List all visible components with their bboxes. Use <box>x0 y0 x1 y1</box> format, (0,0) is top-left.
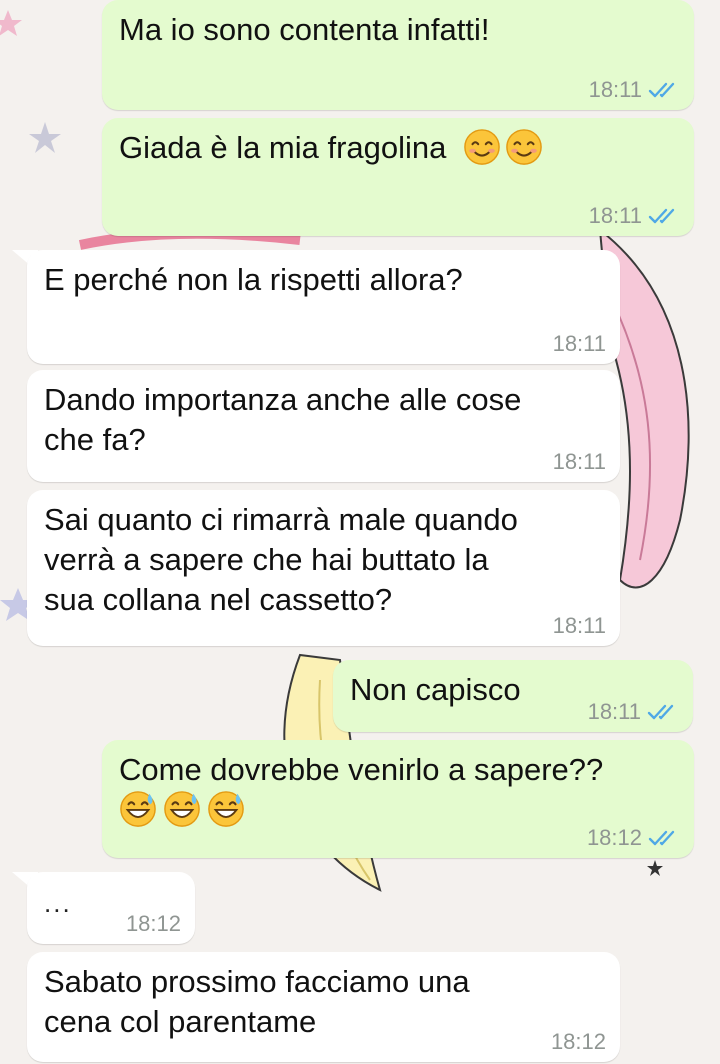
double-check-read-icon <box>647 704 674 720</box>
smiling-face-icon <box>506 129 542 165</box>
message-text: Dando importanza anche alle cose che fa? <box>44 382 522 457</box>
message-time: 18:12 <box>125 911 181 936</box>
message-bubble-incoming[interactable]: E perché non la rispetti allora? 18:11 <box>27 250 620 364</box>
message-meta: 18:11 <box>589 76 680 104</box>
message-time: 18:11 <box>552 613 606 638</box>
message-text: Non capisco <box>350 672 521 707</box>
message-text: E perché non la rispetti allora? <box>44 262 463 297</box>
message-time: 18:11 <box>588 203 642 228</box>
message-emoji-group <box>119 790 678 828</box>
message-meta: 18:11 <box>553 448 606 476</box>
grinning-sweat-icon <box>208 791 244 827</box>
message-meta: 18:11 <box>553 330 606 358</box>
message-meta: 18:12 <box>551 1028 606 1056</box>
message-bubble-incoming[interactable]: ... 18:12 <box>27 872 195 944</box>
message-time: 18:11 <box>552 331 606 356</box>
message-meta: 18:11 <box>553 612 606 640</box>
message-text: ... <box>44 888 72 918</box>
message-bubble-incoming[interactable]: Dando importanza anche alle cose che fa?… <box>27 370 620 482</box>
message-time: 18:12 <box>550 1029 606 1054</box>
message-bubble-outgoing[interactable]: Giada è la mia fragolina 18:11 <box>102 118 694 236</box>
message-time: 18:12 <box>586 825 642 850</box>
message-time: 18:11 <box>552 449 606 474</box>
message-time: 18:11 <box>587 699 641 724</box>
message-meta: 18:11 <box>588 698 679 726</box>
double-check-read-icon <box>648 830 675 846</box>
message-bubble-incoming[interactable]: Sabato prossimo facciamo una cena col pa… <box>27 952 620 1062</box>
message-bubble-incoming[interactable]: Sai quanto ci rimarrà male quando verrà … <box>27 490 620 646</box>
message-bubble-outgoing[interactable]: Non capisco 18:11 <box>333 660 693 732</box>
message-bubble-outgoing[interactable]: Come dovrebbe venirlo a sapere?? 18:12 <box>102 740 694 858</box>
message-emoji-group <box>463 128 543 166</box>
message-text: Ma io sono contenta infatti! <box>119 12 490 47</box>
message-bubble-outgoing[interactable]: Ma io sono contenta infatti! 18:11 <box>102 0 694 110</box>
message-text: Sabato prossimo facciamo una cena col pa… <box>44 964 470 1039</box>
message-meta: 18:12 <box>126 910 181 938</box>
grinning-sweat-icon <box>164 791 200 827</box>
message-text: Sai quanto ci rimarrà male quando verrà … <box>44 502 518 617</box>
message-time: 18:11 <box>588 77 642 102</box>
double-check-read-icon <box>648 208 675 224</box>
grinning-sweat-icon <box>120 791 156 827</box>
message-meta: 18:12 <box>587 824 680 852</box>
message-text: Giada è la mia fragolina <box>119 130 447 165</box>
double-check-read-icon <box>648 82 675 98</box>
smiling-face-icon <box>464 129 500 165</box>
message-meta: 18:11 <box>589 202 680 230</box>
message-text: Come dovrebbe venirlo a sapere?? <box>119 752 604 787</box>
